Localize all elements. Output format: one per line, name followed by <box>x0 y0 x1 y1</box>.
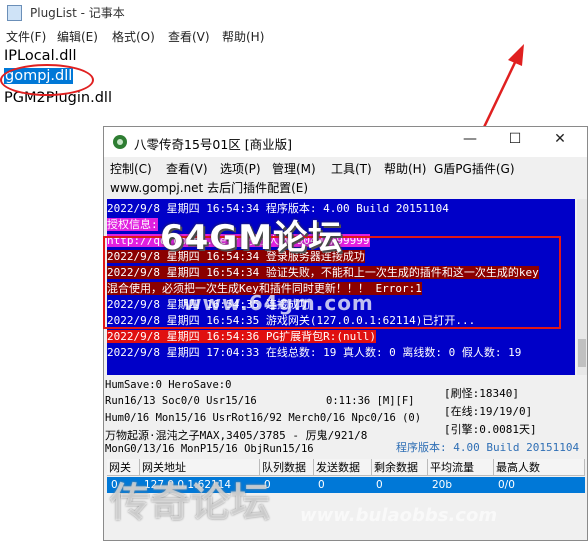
col-header[interactable]: 发送数据 <box>314 459 372 476</box>
log-scrollbar[interactable] <box>577 199 587 375</box>
scrollbar-thumb[interactable] <box>578 339 586 367</box>
game-titlebar: 八零传奇15号01区 [商业版] — ☐ ✕ <box>104 127 587 157</box>
watermark-bottom: 传奇论坛 <box>110 480 270 526</box>
close-icon[interactable]: ✕ <box>545 131 575 147</box>
stat-line: MonG0/13/16 MonP15/16 ObjRun15/16 <box>105 443 314 455</box>
menu-help[interactable]: 帮助(H) <box>384 160 426 177</box>
game-menubar: 控制(C) 查看(V) 选项(P) 管理(M) 工具(T) 帮助(H) G盾PG… <box>104 158 587 178</box>
monster-count: [刷怪:18340] <box>444 387 519 400</box>
col-header[interactable]: 剩余数据 <box>372 459 428 476</box>
engine-uptime: [引擎:0.0081天] <box>444 423 537 436</box>
watermark-logo: 64GM论坛 <box>160 218 344 258</box>
maximize-icon[interactable]: ☐ <box>500 131 530 147</box>
menu-control[interactable]: 控制(C) <box>110 160 152 177</box>
cell: 0/0 <box>498 479 515 491</box>
col-header[interactable]: 最高人数 <box>494 459 585 476</box>
menu-tools[interactable]: 工具(T) <box>331 160 372 177</box>
stat-line: Run16/13 Soc0/0 Usr15/16 <box>105 395 257 407</box>
menu-pg-plugin[interactable]: G盾PG插件(G) <box>434 160 515 177</box>
col-header[interactable]: 平均流量 <box>428 459 494 476</box>
menu-manage[interactable]: 管理(M) <box>272 160 316 177</box>
uptime: 0:11:36 [M][F] <box>326 395 415 407</box>
cell: 0 <box>376 479 383 491</box>
plugin-config-link[interactable]: www.gompj.net 去后门插件配置(E) <box>110 179 308 196</box>
menu-view[interactable]: 查看(V) <box>166 160 208 177</box>
log-line: 2022/9/8 星期四 16:54:36 PG扩展背包R:(null) <box>107 330 377 343</box>
program-version: 程序版本: 4.00 Build 20151104 <box>396 441 580 454</box>
cell: 20b <box>432 479 453 491</box>
game-title: 八零传奇15号01区 [商业版] <box>134 137 293 152</box>
menu-options[interactable]: 选项(P) <box>220 160 261 177</box>
stat-line: 万物起源·混沌之子MAX,3405/3785 - 厉鬼/921/8 <box>105 429 368 442</box>
watermark-url: www.64gm.com <box>183 291 374 315</box>
cell: 0 <box>318 479 325 491</box>
watermark-bottom-url: www.bulaobbs.com <box>300 505 498 526</box>
online-count: [在线:19/19/0] <box>444 405 533 418</box>
log-line: 2022/9/8 星期四 17:04:33 在线总数: 19 真人数: 0 离线… <box>107 346 522 359</box>
minimize-icon[interactable]: — <box>455 131 485 147</box>
app-icon <box>113 135 127 149</box>
stat-line: Hum0/16 Mon15/16 UsrRot16/92 Merch0/16 N… <box>105 412 422 424</box>
stat-line: HumSave:0 HeroSave:0 <box>105 379 232 391</box>
log-line: 授权信息: <box>107 218 158 231</box>
